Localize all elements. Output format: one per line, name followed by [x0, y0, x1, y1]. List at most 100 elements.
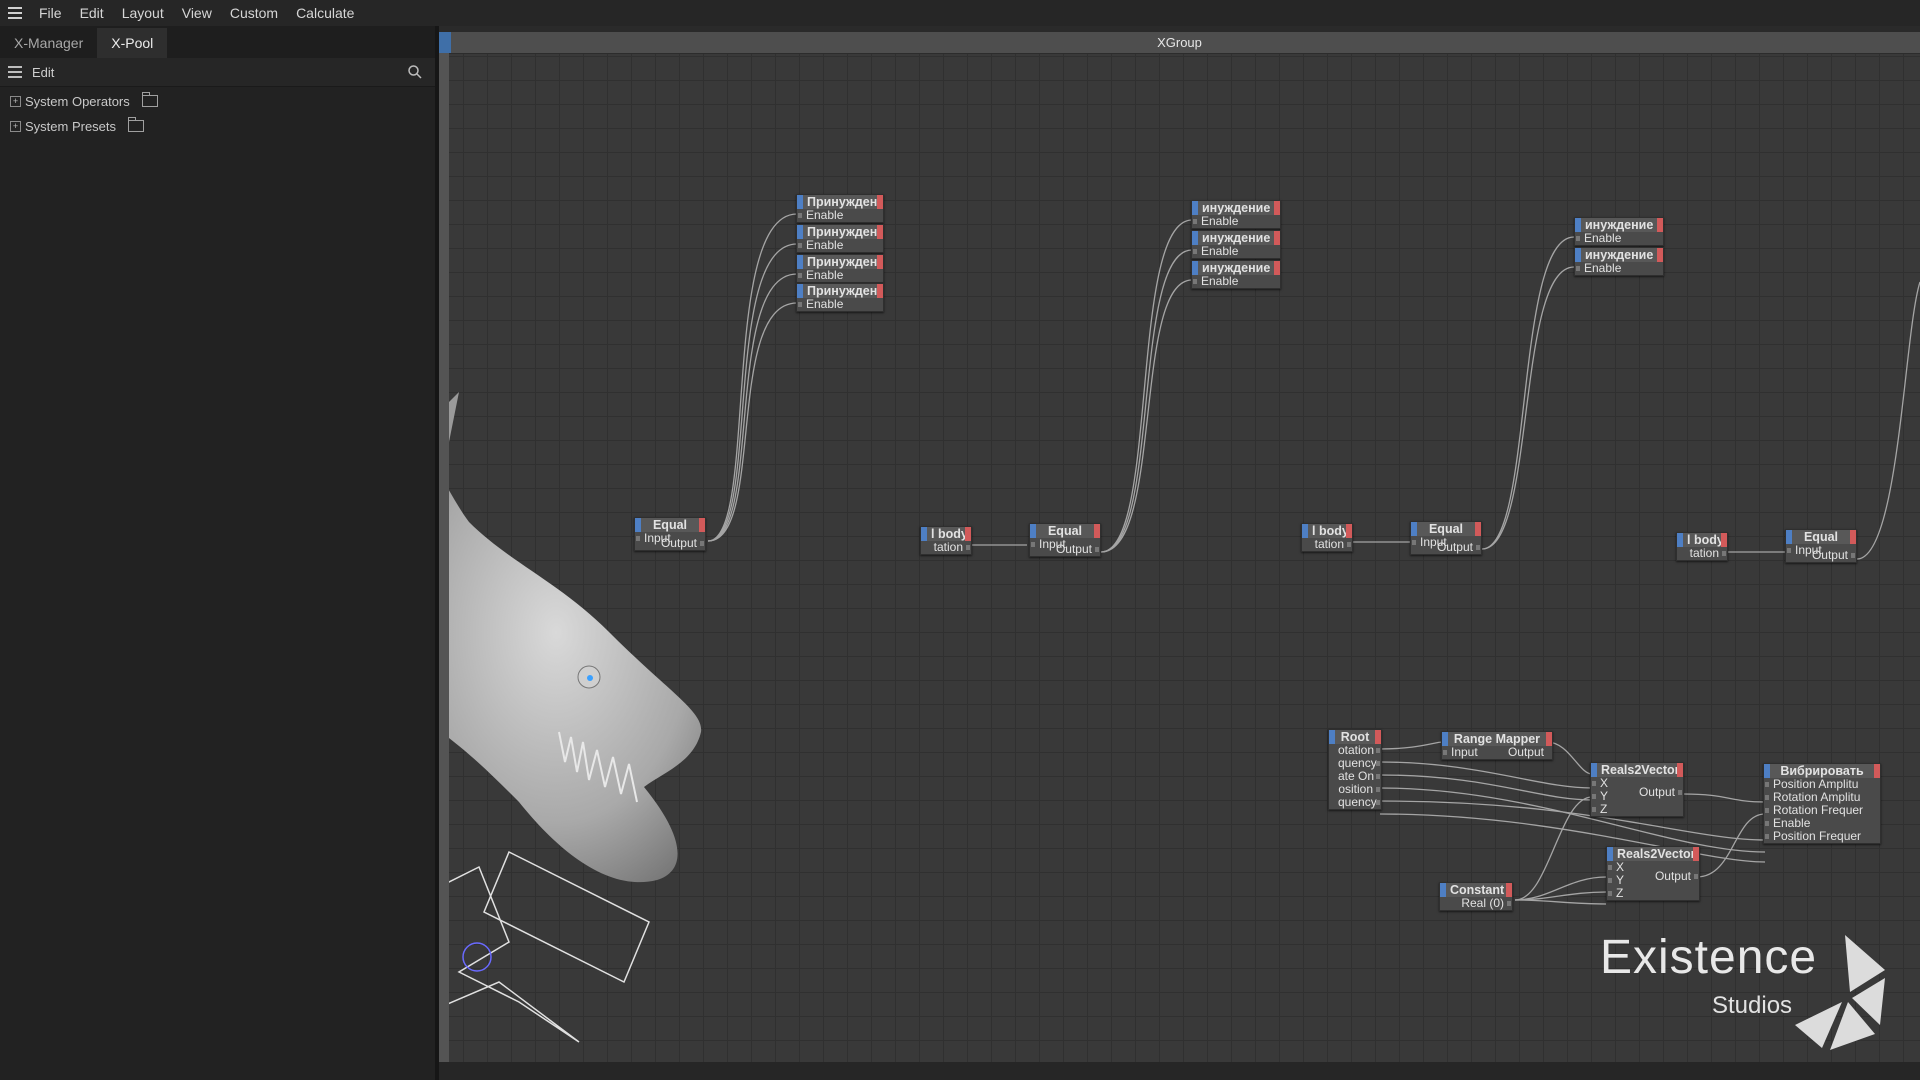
port-enable[interactable]: Enable [1764, 817, 1880, 830]
port-enable[interactable]: Enable [797, 298, 883, 311]
menu-layout[interactable]: Layout [122, 5, 164, 21]
tab-x-manager[interactable]: X-Manager [0, 28, 97, 58]
xgroup-titlebar[interactable]: XGroup [439, 32, 1920, 54]
xpool-panel: X-Manager X-Pool Edit + System Operators… [0, 26, 435, 1080]
node-title: инуждение [1192, 201, 1280, 215]
selection-circle [462, 942, 492, 972]
node-title: Equal [1411, 522, 1481, 536]
port-output[interactable]: Output [1786, 549, 1856, 562]
wire [1379, 800, 1766, 841]
port-enable[interactable]: Enable [1192, 275, 1280, 288]
menu-calculate[interactable]: Calculate [296, 5, 354, 21]
fish-body [439, 472, 702, 883]
port-real[interactable]: Real (0) [1440, 897, 1512, 910]
port-enable[interactable]: Enable [797, 209, 883, 222]
port-enable[interactable]: Enable [1192, 245, 1280, 258]
port-output[interactable]: Output [635, 537, 705, 550]
port-rotation[interactable]: otation [1329, 744, 1381, 757]
xpresso-node-editor[interactable]: XGroup Принуждение Enable Принуждение En… [439, 32, 1920, 1062]
wire [1682, 793, 1766, 803]
node-title: Root [1329, 730, 1381, 744]
node-object[interactable]: l body tation [1301, 523, 1353, 552]
node-constant[interactable]: Constant Real (0) [1439, 882, 1513, 911]
menu-edit[interactable]: Edit [80, 5, 104, 21]
menu-file[interactable]: File [39, 5, 62, 21]
wire [1100, 249, 1193, 553]
port-position-frequency[interactable]: Position Frequer [1764, 830, 1880, 843]
port-enable[interactable]: Enable [1575, 262, 1663, 275]
node-constraint[interactable]: Принуждение Enable [796, 283, 884, 312]
port-enable[interactable]: Enable [797, 239, 883, 252]
xgroup-color-tag [439, 32, 451, 53]
port-z[interactable]: Z [1591, 803, 1683, 816]
node-title: l body [921, 527, 971, 541]
port-frequency[interactable]: quency [1329, 796, 1381, 809]
node-constraint[interactable]: Принуждение Enable [796, 254, 884, 283]
search-icon[interactable] [407, 64, 423, 83]
port-output[interactable]: Output [1646, 870, 1699, 883]
viewport-fish-model [439, 392, 702, 1043]
tree-item-system-presets[interactable]: + System Presets [10, 115, 145, 137]
node-constraint[interactable]: инуждение Enable [1191, 200, 1281, 229]
port-rotate-on[interactable]: ate On [1329, 770, 1381, 783]
node-constraint[interactable]: Принуждение Enable [796, 224, 884, 253]
node-constraint[interactable]: инуждение Enable [1574, 247, 1664, 276]
port-position[interactable]: osition [1329, 783, 1381, 796]
wire [1514, 899, 1607, 905]
tree-item-label: System Presets [25, 118, 117, 134]
node-constraint[interactable]: инуждение Enable [1191, 260, 1281, 289]
port-output[interactable]: Output [1630, 786, 1683, 799]
port-rotation[interactable]: tation [921, 541, 971, 554]
node-constraint[interactable]: инуждение Enable [1191, 230, 1281, 259]
wire [1856, 281, 1920, 560]
studio-logo-icon [1795, 935, 1885, 1050]
port-rotation-amplitude[interactable]: Rotation Amplitu [1764, 791, 1880, 804]
node-equal[interactable]: Equal Input Output [1410, 521, 1482, 555]
watermark-subtext: Studios [1712, 992, 1793, 1019]
node-object[interactable]: l body tation [1676, 532, 1728, 561]
spline-outline [439, 865, 580, 1043]
main-menu-icon[interactable] [8, 4, 22, 22]
node-object[interactable]: l body tation [920, 526, 972, 555]
node-title: Принуждение [797, 225, 883, 239]
panel-edit-menu[interactable]: Edit [32, 65, 54, 80]
port-enable[interactable]: Enable [797, 269, 883, 282]
folder-icon [141, 92, 158, 107]
port-input[interactable]: Input [1451, 746, 1478, 759]
node-constraint[interactable]: инуждение Enable [1574, 217, 1664, 246]
node-equal[interactable]: Equal Input Output [1029, 523, 1101, 557]
port-output[interactable]: Output [1411, 541, 1481, 554]
menu-custom[interactable]: Custom [230, 5, 278, 21]
menu-view[interactable]: View [182, 5, 212, 21]
node-title: Range Mapper [1442, 732, 1552, 746]
port-rotation-frequency[interactable]: Rotation Frequer [1764, 804, 1880, 817]
node-title: Constant [1440, 883, 1512, 897]
node-title: инуждение [1192, 261, 1280, 275]
port-rotation[interactable]: tation [1677, 547, 1727, 560]
node-vibrate[interactable]: Вибрировать Position Amplitu Rotation Am… [1763, 763, 1881, 844]
port-output[interactable]: Output [1508, 746, 1544, 759]
node-title: Equal [1030, 524, 1100, 538]
node-root[interactable]: Root otation quency ate On osition quenc… [1328, 729, 1382, 810]
port-rotation[interactable]: tation [1302, 538, 1352, 551]
port-z[interactable]: Z [1607, 887, 1699, 900]
node-reals2vector[interactable]: Reals2Vector X Y Z Output [1606, 846, 1700, 901]
port-enable[interactable]: Enable [1575, 232, 1663, 245]
port-output[interactable]: Output [1030, 543, 1100, 556]
node-equal[interactable]: Equal Input Output [634, 517, 706, 551]
port-position-amplitude[interactable]: Position Amplitu [1764, 778, 1880, 791]
node-reals2vector[interactable]: Reals2Vector X Y Z Output [1590, 762, 1684, 817]
expand-icon[interactable]: + [10, 120, 21, 132]
node-equal[interactable]: Equal Input Output [1785, 529, 1857, 563]
tree-item-system-operators[interactable]: + System Operators [10, 90, 158, 112]
expand-icon[interactable]: + [10, 95, 21, 107]
port-frequency[interactable]: quency [1329, 757, 1381, 770]
node-title: инуждение [1192, 231, 1280, 245]
port-enable[interactable]: Enable [1192, 215, 1280, 228]
node-range-mapper[interactable]: Range Mapper Input Output [1441, 731, 1553, 760]
panel-menu-icon[interactable] [8, 63, 22, 81]
watermark: Existence Studios [1600, 930, 1910, 1060]
node-title: Вибрировать [1764, 764, 1880, 778]
node-constraint[interactable]: Принуждение Enable [796, 194, 884, 223]
tab-x-pool[interactable]: X-Pool [97, 28, 168, 58]
